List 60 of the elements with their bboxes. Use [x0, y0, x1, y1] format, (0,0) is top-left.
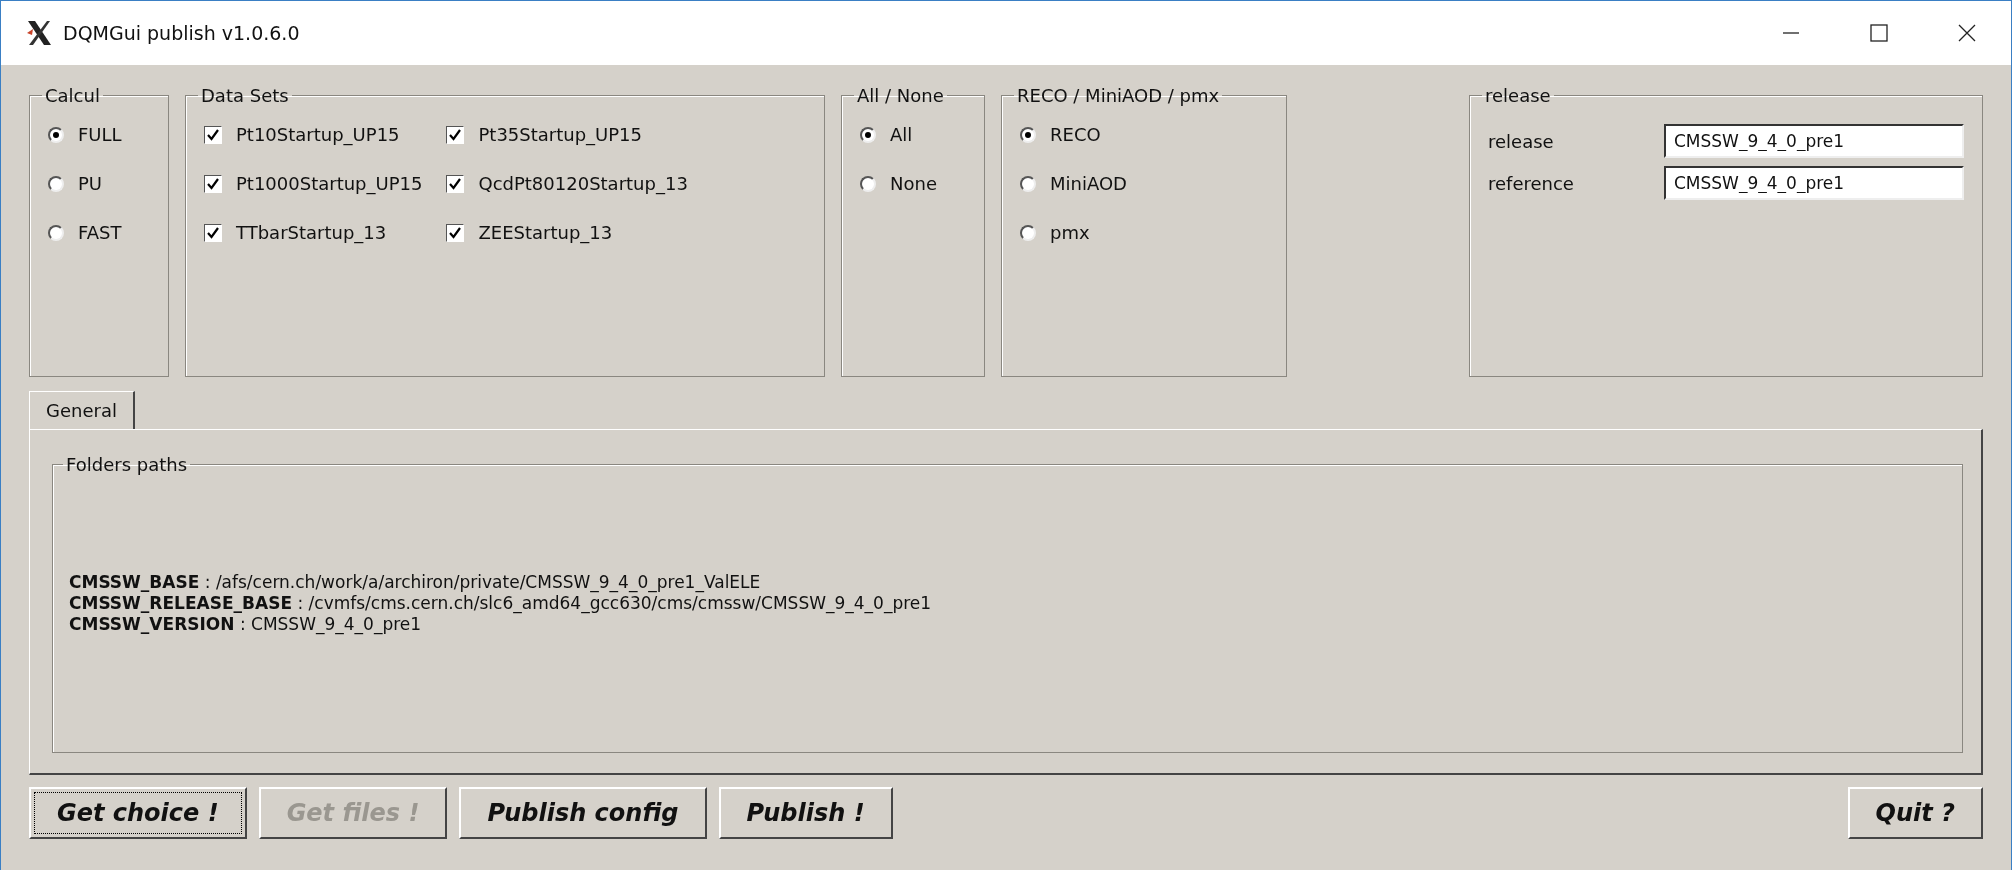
- group-title: release: [1484, 85, 1552, 106]
- dataset-checkbox-row[interactable]: Pt35Startup_UP15: [446, 124, 688, 145]
- path-line: CMSSW_BASE : /afs/cern.ch/work/a/archiron/private/CMSSW_9_4_0_pre1_ValELE: [69, 572, 762, 593]
- quit-button[interactable]: Quit ?: [1847, 787, 1983, 839]
- checkbox-label: Pt35Startup_UP15: [478, 124, 643, 145]
- field-label: reference: [1488, 172, 1575, 194]
- input-field[interactable]: CMSSW_9_4_0_pre1: [1664, 124, 1964, 158]
- checkbox-label: TTbarStartup_13: [236, 222, 387, 243]
- radio-label: MiniAOD: [1050, 173, 1127, 194]
- input-field[interactable]: CMSSW_9_4_0_pre1: [1664, 166, 1964, 200]
- x-logo-icon: [25, 19, 53, 47]
- radio-button[interactable]: [1020, 224, 1036, 241]
- action-button[interactable]: Publish !: [718, 787, 893, 839]
- group-title: Data Sets: [200, 85, 290, 106]
- checkbox[interactable]: [204, 174, 222, 193]
- radio-option[interactable]: PU: [48, 173, 150, 194]
- radio-option[interactable]: FULL: [48, 124, 150, 145]
- tab[interactable]: General: [29, 391, 135, 429]
- radio-label: All: [890, 124, 913, 145]
- radio-button[interactable]: [860, 126, 876, 143]
- group-title: Folders paths: [65, 454, 189, 475]
- radio-button[interactable]: [860, 175, 876, 192]
- radio-button[interactable]: [48, 224, 64, 241]
- window-title: DQMGui publish v1.0.6.0: [63, 22, 300, 44]
- radio-button[interactable]: [48, 126, 64, 143]
- checkbox-label: Pt10Startup_UP15: [236, 124, 400, 145]
- action-button[interactable]: Publish config: [459, 787, 707, 839]
- radio-option[interactable]: pmx: [1020, 222, 1268, 243]
- checkbox-label: ZEEStartup_13: [478, 222, 613, 243]
- maximize-icon[interactable]: [1869, 23, 1889, 43]
- path-line: CMSSW_VERSION : CMSSW_9_4_0_pre1: [69, 614, 423, 635]
- radio-option[interactable]: MiniAOD: [1020, 173, 1268, 194]
- path-line: CMSSW_RELEASE_BASE : /cvmfs/cms.cern.ch/slc6_amd64_gcc630/cms/cmssw/CMSSW_9_4_0_pre1: [69, 593, 933, 614]
- checkbox[interactable]: [446, 174, 465, 193]
- dataset-checkbox-row[interactable]: Pt10Startup_UP15: [204, 124, 423, 145]
- checkbox[interactable]: [446, 125, 465, 144]
- checkbox[interactable]: [204, 223, 222, 242]
- radio-label: pmx: [1050, 222, 1090, 243]
- radio-button[interactable]: [1020, 175, 1036, 192]
- radio-label: FAST: [78, 222, 122, 243]
- dataset-checkbox-row[interactable]: TTbarStartup_13: [204, 222, 423, 243]
- dataset-checkbox-row[interactable]: ZEEStartup_13: [446, 222, 688, 243]
- checkbox[interactable]: [446, 223, 465, 242]
- close-icon[interactable]: [1957, 23, 1977, 43]
- radio-option[interactable]: None: [860, 173, 966, 194]
- group-title: Calcul: [44, 85, 101, 106]
- radio-option[interactable]: All: [860, 124, 966, 145]
- radio-option[interactable]: FAST: [48, 222, 150, 243]
- field-label: release: [1488, 130, 1555, 152]
- radio-button[interactable]: [1020, 126, 1036, 143]
- radio-option[interactable]: RECO: [1020, 124, 1268, 145]
- checkbox[interactable]: [204, 125, 222, 144]
- action-button[interactable]: Get choice !: [29, 787, 247, 839]
- radio-label: RECO: [1050, 124, 1101, 145]
- radio-label: PU: [78, 173, 103, 194]
- group-title: All / None: [856, 85, 945, 106]
- group-title: RECO / MiniAOD / pmx: [1016, 85, 1221, 106]
- radio-button[interactable]: [48, 175, 64, 192]
- radio-label: None: [890, 173, 937, 194]
- radio-label: FULL: [78, 124, 122, 145]
